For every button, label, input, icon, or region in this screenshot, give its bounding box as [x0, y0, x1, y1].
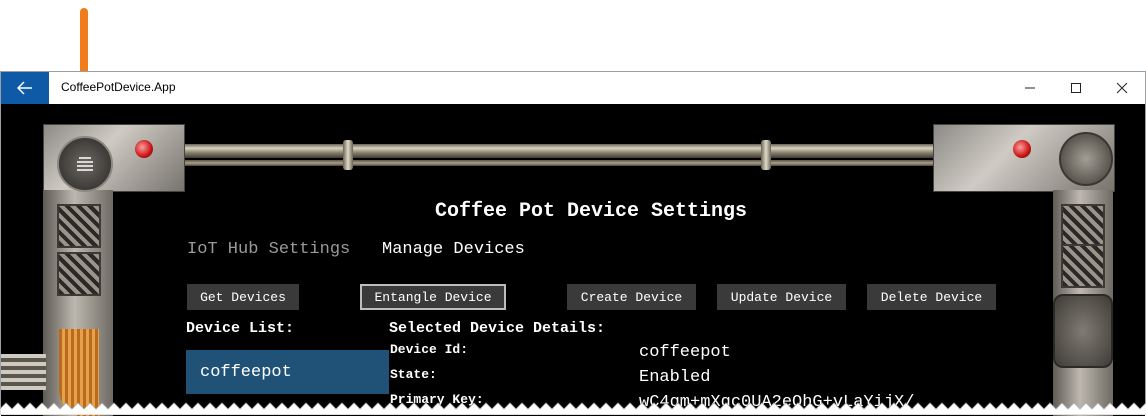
device-list-item[interactable]: coffeepot — [186, 350, 389, 394]
back-arrow-icon — [17, 81, 32, 95]
maximize-icon — [1071, 83, 1081, 93]
page-title: Coffee Pot Device Settings — [434, 200, 748, 223]
selected-details-label: Selected Device Details: — [389, 320, 606, 337]
frame-brace — [1061, 204, 1105, 248]
frame-pipe — [171, 144, 971, 158]
entangle-device-button[interactable]: Entangle Device — [360, 284, 506, 310]
back-button[interactable] — [1, 72, 49, 104]
state-value: Enabled — [639, 368, 711, 387]
maximize-button[interactable] — [1053, 72, 1099, 104]
state-label: State: — [390, 367, 437, 382]
app-content: Coffee Pot Device Settings IoT Hub Setti… — [1, 104, 1145, 416]
frame-brace — [57, 252, 101, 296]
update-device-button[interactable]: Update Device — [717, 284, 846, 310]
title-bar: CoffeePotDevice.App — [1, 72, 1145, 104]
device-list-label: Device List: — [186, 320, 295, 337]
get-devices-button[interactable]: Get Devices — [187, 284, 299, 310]
tab-manage-devices[interactable]: Manage Devices — [382, 240, 525, 259]
torn-edge — [0, 402, 1146, 415]
pipe-clamp — [761, 140, 771, 170]
close-icon — [1116, 82, 1128, 94]
app-window: CoffeePotDevice.App Coffee Pot Device Se… — [0, 71, 1146, 416]
delete-device-button[interactable]: Delete Device — [867, 284, 996, 310]
window-title: CoffeePotDevice.App — [61, 80, 176, 94]
create-device-button[interactable]: Create Device — [567, 284, 696, 310]
minimize-icon — [1025, 87, 1035, 89]
frame-side-pipes — [1, 354, 46, 390]
close-button[interactable] — [1099, 72, 1145, 104]
tab-iot-hub-settings[interactable]: IoT Hub Settings — [187, 240, 350, 259]
frame-brace — [57, 204, 101, 248]
frame-pipe-lower — [171, 160, 971, 166]
pipe-clamp — [343, 140, 353, 170]
frame-connector — [1053, 294, 1113, 368]
hamburger-menu-icon — [77, 157, 93, 171]
hamburger-menu-button[interactable] — [57, 136, 113, 192]
gauge-dial — [1059, 132, 1113, 186]
minimize-button[interactable] — [1007, 72, 1053, 104]
frame-brace — [1061, 244, 1105, 288]
indicator-light — [135, 140, 153, 158]
indicator-light — [1013, 140, 1031, 158]
device-id-label: Device Id: — [390, 342, 469, 357]
device-id-value: coffeepot — [639, 343, 731, 362]
